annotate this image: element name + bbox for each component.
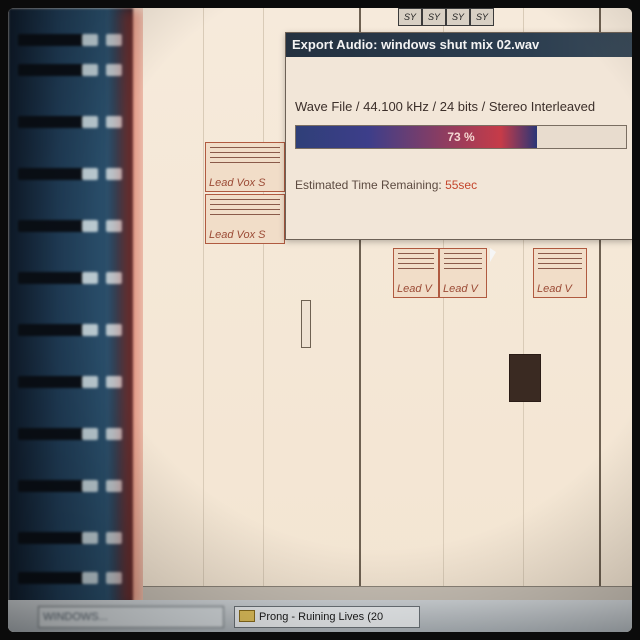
grid-line [203, 8, 204, 593]
mute-button[interactable] [82, 272, 98, 284]
audio-clip[interactable]: Lead V [439, 248, 487, 298]
grid-line [263, 8, 264, 593]
dialog-title[interactable]: Export Audio: windows shut mix 02.wav [286, 33, 632, 57]
audio-clip[interactable]: Lead V [533, 248, 587, 298]
time-remaining: Estimated Time Remaining: 55sec [295, 178, 477, 192]
mouse-cursor-icon [490, 248, 496, 262]
mute-button[interactable] [82, 168, 98, 180]
audio-clip[interactable]: Lead V [393, 248, 439, 298]
mute-button[interactable] [82, 376, 98, 388]
sync-button[interactable]: SY [398, 8, 422, 26]
sync-button[interactable]: SY [422, 8, 446, 26]
mute-button[interactable] [82, 34, 98, 46]
clip-label: Lead V [537, 283, 572, 295]
mute-button[interactable] [82, 480, 98, 492]
audio-clip[interactable]: Lead Vox S [205, 142, 285, 192]
export-audio-dialog: Export Audio: windows shut mix 02.wav Wa… [285, 32, 632, 240]
mute-button[interactable] [82, 324, 98, 336]
taskbar-item[interactable]: WINDOWS... [38, 606, 224, 628]
clip-label: Lead V [397, 283, 432, 295]
track-row[interactable] [12, 528, 128, 548]
taskbar-item-label: WINDOWS... [43, 611, 108, 623]
mute-button[interactable] [82, 532, 98, 544]
clip-label: Lead V [443, 283, 478, 295]
folder-icon [239, 610, 255, 623]
export-progress-bar: 73 % [295, 125, 627, 149]
track-row[interactable] [12, 268, 128, 288]
midi-clip[interactable] [509, 354, 541, 402]
track-row[interactable] [12, 164, 128, 184]
eta-label: Estimated Time Remaining: [295, 178, 442, 192]
format-info: Wave File / 44.100 kHz / 24 bits / Stere… [295, 99, 596, 114]
track-row[interactable] [12, 112, 128, 132]
eta-value: 55sec [445, 178, 478, 192]
mute-button[interactable] [82, 116, 98, 128]
taskbar-item-label: Prong - Ruining Lives (20 [259, 611, 384, 623]
track-row[interactable] [12, 30, 128, 50]
sync-button[interactable]: SY [446, 8, 470, 26]
mute-button[interactable] [82, 572, 98, 584]
clip-label: Lead Vox S [209, 229, 266, 241]
track-row[interactable] [12, 60, 128, 80]
mute-button[interactable] [82, 220, 98, 232]
mute-button[interactable] [82, 64, 98, 76]
track-row[interactable] [12, 320, 128, 340]
track-row[interactable] [12, 424, 128, 444]
track-row[interactable] [12, 372, 128, 392]
progress-percent: 73 % [447, 130, 475, 144]
automation-marker[interactable] [301, 300, 311, 348]
clip-label: Lead Vox S [209, 177, 266, 189]
track-row[interactable] [12, 568, 128, 588]
screen-photo: Lead Vox S Lead Vox S Lead V Lead V Lead… [8, 8, 632, 632]
taskbar: WINDOWS... Prong - Ruining Lives (20 [8, 600, 632, 632]
audio-clip[interactable]: Lead Vox S [205, 194, 285, 244]
mute-button[interactable] [82, 428, 98, 440]
track-row[interactable] [12, 476, 128, 496]
horizontal-scrollbar[interactable] [143, 586, 632, 601]
track-row[interactable] [12, 216, 128, 236]
taskbar-item[interactable]: Prong - Ruining Lives (20 [234, 606, 420, 628]
sync-button[interactable]: SY [470, 8, 494, 26]
